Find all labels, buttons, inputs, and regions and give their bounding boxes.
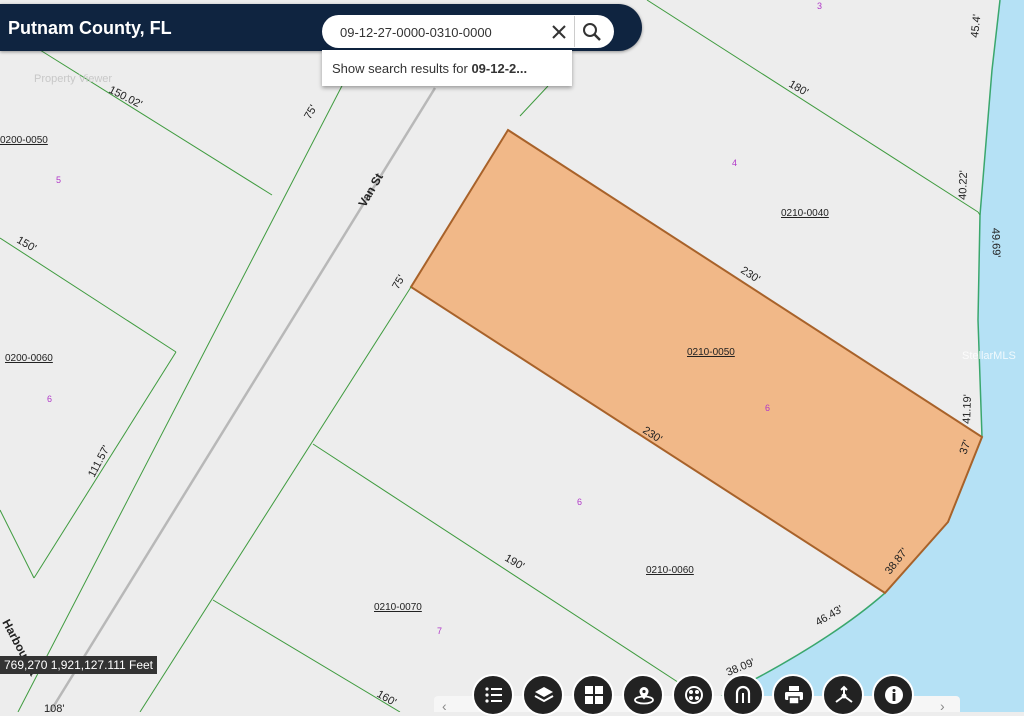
parcel-id-label: 0210-0070: [374, 602, 422, 613]
dim-label: 108': [44, 703, 64, 712]
dim-label: 45.4': [969, 14, 983, 39]
layers-button[interactable]: [522, 674, 564, 716]
lot-number: 6: [765, 403, 770, 413]
locate-icon: [634, 687, 654, 705]
dim-label: 49.69': [989, 228, 1002, 258]
print-icon: [685, 686, 703, 704]
dim-label: 75': [390, 273, 408, 291]
dim-label: 180': [787, 78, 811, 99]
suggestion-text: Show search results for 09-12-2...: [332, 61, 568, 76]
search-input[interactable]: [338, 21, 542, 43]
suggestion-query: 09-12-2...: [471, 61, 528, 76]
search-icon: [583, 23, 601, 41]
info-button[interactable]: [872, 674, 914, 716]
search-suggestion[interactable]: Show search results for 09-12-2...: [322, 50, 572, 86]
parcel-id-label: 0210-0050: [687, 347, 735, 358]
info-icon: [885, 686, 903, 704]
dim-label: 150.02': [107, 84, 144, 111]
printer-button[interactable]: [772, 674, 814, 716]
close-icon: [552, 25, 566, 39]
measure-icon: [735, 685, 751, 703]
parcel-id-label: 0200-0060: [5, 353, 53, 364]
basemap-button[interactable]: [572, 674, 614, 716]
page-title: Putnam County, FL: [8, 18, 172, 38]
basemap-icon: [585, 686, 603, 704]
parcel-id-label: 0200-0050: [0, 135, 48, 146]
legend-button[interactable]: [472, 674, 514, 716]
legend-icon: [485, 687, 502, 703]
dim-label: 160': [375, 688, 399, 709]
lot-number: 6: [47, 394, 52, 404]
selected-parcel-0210-0050[interactable]: [409, 128, 984, 595]
header-bar: Putnam County, FL: [0, 4, 642, 51]
lot-number: 5: [56, 175, 61, 185]
measure-button[interactable]: [722, 674, 764, 716]
parcel-id-label: 0210-0040: [781, 208, 829, 219]
share-button[interactable]: [822, 674, 864, 716]
lot-number: 6: [577, 497, 582, 507]
search-box: [322, 15, 614, 48]
printer-icon: [785, 686, 803, 705]
ghost-text: Property Viewer: [34, 73, 112, 85]
lot-number: 4: [732, 158, 737, 168]
dim-label: 111.57': [86, 444, 113, 480]
share-icon: [835, 685, 853, 703]
layers-icon: [534, 687, 554, 703]
dim-label: 150': [15, 234, 39, 255]
parcel-map[interactable]: 150.02' 75' 180' 45.4' 40.22' 49.69' 230…: [0, 0, 1024, 712]
street-label-van-st: Van St: [355, 171, 385, 210]
watermark: StellarMLS: [962, 350, 1016, 362]
suggestion-prefix: Show search results for: [332, 61, 472, 76]
print-map-button[interactable]: [672, 674, 714, 716]
locate-button[interactable]: [622, 674, 664, 716]
search-divider: [574, 16, 575, 47]
parcel-id-label: 0210-0060: [646, 565, 694, 576]
dim-label: 40.22': [957, 170, 970, 200]
lot-number: 3: [817, 1, 822, 11]
search-button[interactable]: [580, 20, 604, 44]
clear-search-button[interactable]: [548, 21, 570, 43]
dim-label: 46.43': [814, 603, 846, 628]
lot-number: 7: [437, 626, 442, 636]
dim-label: 75': [302, 103, 320, 121]
dim-label: 41.19': [961, 394, 974, 424]
coordinate-readout: 769,270 1,921,127.111 Feet: [0, 656, 158, 674]
